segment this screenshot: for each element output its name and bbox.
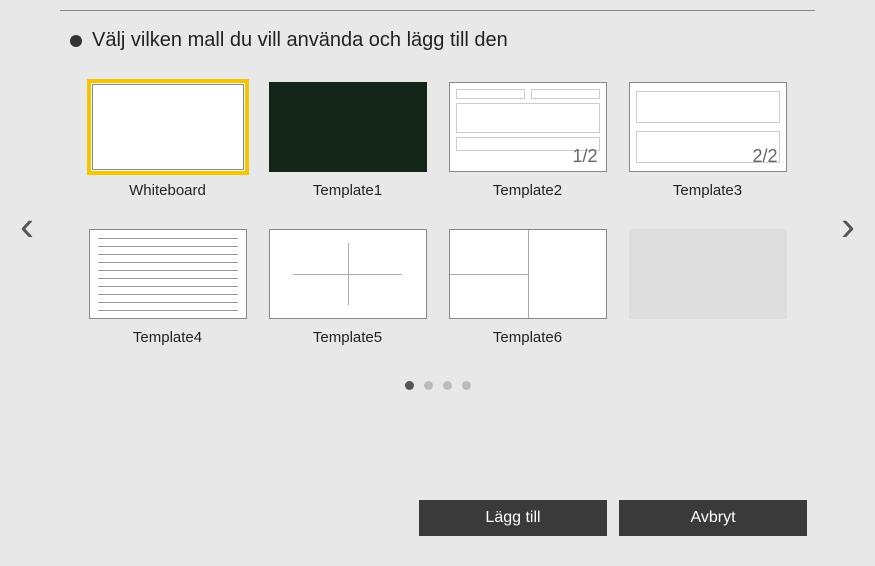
template-6[interactable]: Template6	[448, 229, 608, 346]
template-thumbnail	[449, 229, 607, 319]
template-3[interactable]: 2/2 Template3	[628, 82, 788, 199]
template-label: Template1	[313, 182, 382, 199]
template-1[interactable]: Template1	[268, 82, 428, 199]
dialog-header: Välj vilken mall du vill använda och läg…	[0, 11, 875, 62]
template-label: Template3	[673, 182, 742, 199]
page-dot-2[interactable]	[424, 381, 433, 390]
template-2[interactable]: 1/2 Template2	[448, 82, 608, 199]
template-thumbnail	[269, 82, 427, 172]
template-thumbnail: 1/2	[449, 82, 607, 172]
template-thumbnail	[269, 229, 427, 319]
add-button[interactable]: Lägg till	[419, 500, 607, 536]
page-indicator: 1/2	[572, 146, 597, 167]
template-whiteboard[interactable]: Whiteboard	[88, 82, 248, 199]
page-dot-3[interactable]	[443, 381, 452, 390]
template-grid: Whiteboard Template1 1/2 Template2 2/2 T…	[60, 82, 815, 346]
template-thumbnail	[629, 229, 787, 319]
template-empty	[628, 229, 788, 346]
template-label: Template6	[493, 329, 562, 346]
template-label: Template4	[133, 329, 202, 346]
template-5[interactable]: Template5	[268, 229, 428, 346]
template-carousel: ‹ › Whiteboard Template1 1/2 Template2	[0, 62, 875, 390]
next-arrow-icon[interactable]: ›	[841, 202, 855, 250]
template-thumbnail	[87, 79, 249, 175]
template-thumbnail: 2/2	[629, 82, 787, 172]
bullet-icon	[70, 35, 82, 47]
cancel-button[interactable]: Avbryt	[619, 500, 807, 536]
page-dot-1[interactable]	[405, 381, 414, 390]
template-thumbnail	[89, 229, 247, 319]
template-label: Template2	[493, 182, 562, 199]
dialog-title: Välj vilken mall du vill använda och läg…	[92, 29, 508, 52]
template-label: Whiteboard	[129, 182, 206, 199]
page-dot-4[interactable]	[462, 381, 471, 390]
prev-arrow-icon[interactable]: ‹	[20, 202, 34, 250]
template-label: Template5	[313, 329, 382, 346]
pagination-dots	[60, 381, 815, 390]
dialog-actions: Lägg till Avbryt	[419, 500, 807, 536]
page-indicator: 2/2	[752, 146, 777, 167]
template-4[interactable]: Template4	[88, 229, 248, 346]
